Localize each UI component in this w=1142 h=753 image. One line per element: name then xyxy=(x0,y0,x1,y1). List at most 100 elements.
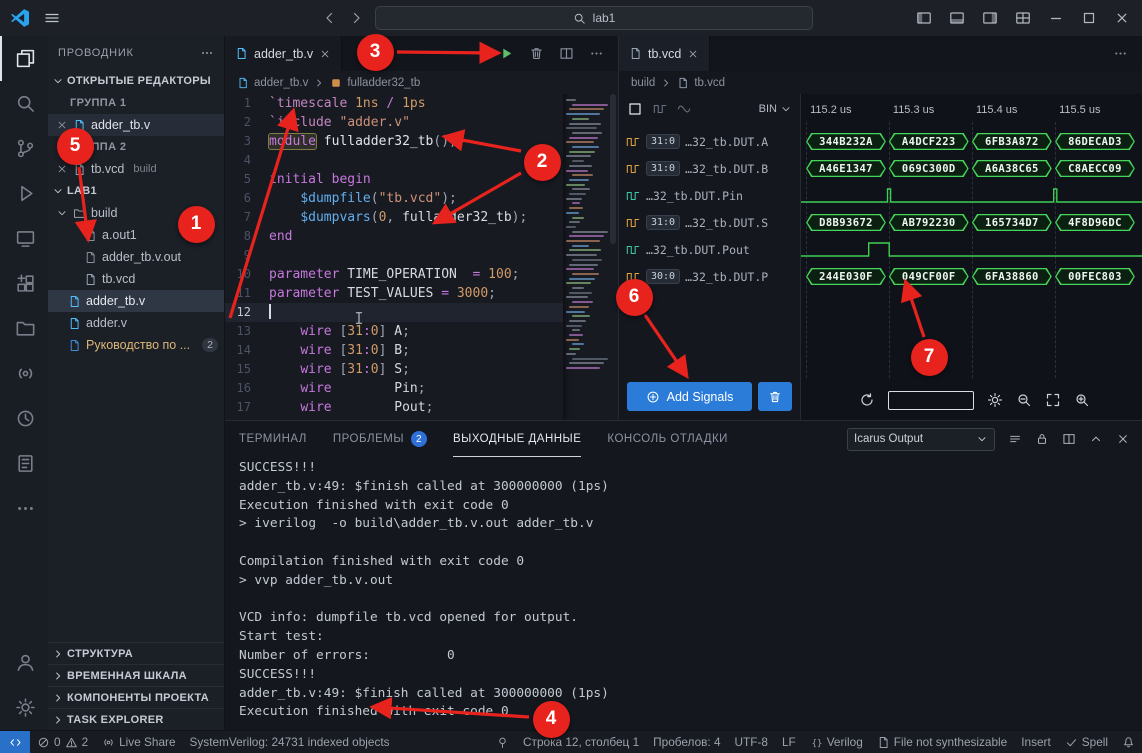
minimize-icon[interactable] xyxy=(1048,10,1064,26)
code-line-1[interactable]: 1`timescale 1ns / 1ps xyxy=(225,94,563,113)
lock-scroll-icon[interactable] xyxy=(1035,432,1049,446)
open-editor-item-tb-vcd[interactable]: tb.vcdbuild xyxy=(48,158,224,180)
panel-tab-2[interactable]: ПРОБЛЕМЫ2 xyxy=(333,421,427,457)
zoom-fit-icon[interactable] xyxy=(1045,392,1061,408)
language-status[interactable]: {} Verilog xyxy=(803,731,870,753)
waveform-panel[interactable]: 115.2 us115.3 us115.4 us115.5 us 344B232… xyxy=(801,94,1142,420)
command-search-box[interactable]: lab1 xyxy=(375,6,813,30)
breadcrumb[interactable]: adder_tb.v fulladder32_tb xyxy=(225,71,618,94)
code-line-6[interactable]: 6 $dumpfile("tb.vcd"); xyxy=(225,189,563,208)
format-select[interactable]: BIN xyxy=(759,103,792,115)
code-line-9[interactable]: 9 xyxy=(225,246,563,265)
signal-item-32-tb-dut-a[interactable]: 31:0…32_tb.DUT.A xyxy=(619,128,800,155)
activity-project-manager[interactable] xyxy=(0,306,48,351)
open-in-editor-icon[interactable] xyxy=(1062,432,1076,446)
close-icon[interactable] xyxy=(56,119,68,131)
tree-item-item[interactable]: Руководство по ...2 xyxy=(48,334,224,356)
minimap[interactable] xyxy=(563,94,608,420)
eol-status[interactable]: LF xyxy=(775,731,803,753)
output-channel-select[interactable]: Icarus Output xyxy=(847,428,995,451)
zoom-out-icon[interactable] xyxy=(1016,392,1032,408)
tree-item-adder-tb-v-out[interactable]: adder_tb.v.out xyxy=(48,246,224,268)
problems-status[interactable]: 0 2 xyxy=(30,731,95,753)
customize-layout-icon[interactable] xyxy=(1015,10,1031,26)
activity-extensions[interactable] xyxy=(0,261,48,306)
maximize-icon[interactable] xyxy=(1081,10,1097,26)
open-editor-item-adder-tb-v[interactable]: adder_tb.v xyxy=(48,114,224,136)
toggle-secondary-sidebar-icon[interactable] xyxy=(982,10,998,26)
activity-source-control[interactable] xyxy=(0,126,48,171)
code-line-8[interactable]: 8end xyxy=(225,227,563,246)
signal-item-32-tb-dut-b[interactable]: 31:0…32_tb.DUT.B xyxy=(619,155,800,182)
code-editor[interactable]: 1`timescale 1ns / 1ps2`include "adder.v"… xyxy=(225,94,563,420)
code-line-15[interactable]: 15 wire [31:0] S; xyxy=(225,360,563,379)
editor-scrollbar[interactable] xyxy=(608,94,618,420)
code-line-16[interactable]: 16 wire Pin; xyxy=(225,379,563,398)
tree-item-build[interactable]: build xyxy=(48,202,224,224)
code-line-10[interactable]: 10parameter TIME_OPERATION = 100; xyxy=(225,265,563,284)
tab-tb-vcd[interactable]: tb.vcd xyxy=(619,36,710,71)
activity-notebook[interactable] xyxy=(0,441,48,486)
sidebar-more-icon[interactable] xyxy=(200,46,214,60)
select-box-icon[interactable] xyxy=(627,101,643,117)
time-input[interactable] xyxy=(888,391,974,410)
close-tab-icon[interactable] xyxy=(319,48,331,60)
code-line-3[interactable]: 3module fulladder32_tb(); xyxy=(225,132,563,151)
activity-timeline[interactable] xyxy=(0,396,48,441)
indentation-status[interactable]: Пробелов: 4 xyxy=(646,731,727,753)
open-editors-header[interactable]: ОТКРЫТЫЕ РЕДАКТОРЫ xyxy=(48,70,224,92)
activity-explorer[interactable] xyxy=(0,36,48,81)
folder-root-header[interactable]: LAB1 xyxy=(48,180,224,202)
encoding-status[interactable]: UTF-8 xyxy=(728,731,775,753)
cursor-position[interactable]: Строка 12, столбец 1 xyxy=(516,731,646,753)
more-actions-icon[interactable] xyxy=(1113,46,1128,61)
signal-item-32-tb-dut-pin[interactable]: …32_tb.DUT.Pin xyxy=(619,182,800,209)
panel-tab-1[interactable]: ТЕРМИНАЛ xyxy=(239,421,307,457)
indexer-status[interactable]: SystemVerilog: 24731 indexed objects xyxy=(183,731,397,753)
code-line-7[interactable]: 7 $dumpvars(0, fulladder32_tb); xyxy=(225,208,563,227)
code-line-5[interactable]: 5initial begin xyxy=(225,170,563,189)
synthesizable-status[interactable]: File not synthesizable xyxy=(870,731,1014,753)
run-button[interactable] xyxy=(499,46,514,61)
code-line-13[interactable]: 13 wire [31:0] A; xyxy=(225,322,563,341)
output-filter-icon[interactable] xyxy=(1008,432,1022,446)
tab-adder-tb-v[interactable]: adder_tb.v xyxy=(225,36,342,71)
add-signals-button[interactable]: Add Signals xyxy=(627,382,752,411)
signal-item-32-tb-dut-s[interactable]: 31:0…32_tb.DUT.S xyxy=(619,209,800,236)
activity-account[interactable] xyxy=(0,640,48,685)
delete-signals-button[interactable] xyxy=(758,382,792,411)
notifications-status[interactable] xyxy=(1115,731,1142,753)
pulse-icon[interactable] xyxy=(653,102,667,116)
maximize-panel-icon[interactable] xyxy=(1089,432,1103,446)
activity-remote-explorer[interactable] xyxy=(0,216,48,261)
pin-status[interactable] xyxy=(489,731,516,753)
code-line-12[interactable]: 12 xyxy=(225,303,563,322)
activity-live-share[interactable] xyxy=(0,351,48,396)
sidebar-section-item[interactable]: ВРЕМЕННАЯ ШКАЛА xyxy=(48,664,224,686)
nav-forward-icon[interactable] xyxy=(348,10,364,26)
signal-item-32-tb-dut-p[interactable]: 30:0…32_tb.DUT.P xyxy=(619,263,800,290)
insert-mode-status[interactable]: Insert xyxy=(1014,731,1058,753)
sidebar-section-task-explorer[interactable]: TASK EXPLORER xyxy=(48,708,224,730)
sidebar-section-item[interactable]: КОМПОНЕНТЫ ПРОЕКТА xyxy=(48,686,224,708)
remote-indicator[interactable] xyxy=(0,731,30,753)
output-content[interactable]: SUCCESS!!!adder_tb.v:49: $finish called … xyxy=(225,457,1142,719)
tree-item-adder-tb-v[interactable]: adder_tb.v xyxy=(48,290,224,312)
close-panel-icon[interactable] xyxy=(1116,432,1130,446)
toggle-sidebar-icon[interactable] xyxy=(916,10,932,26)
code-line-4[interactable]: 4 xyxy=(225,151,563,170)
activity-more[interactable] xyxy=(0,486,48,531)
code-line-14[interactable]: 14 wire [31:0] B; xyxy=(225,341,563,360)
activity-search[interactable] xyxy=(0,81,48,126)
menu-icon[interactable] xyxy=(44,10,60,26)
panel-tab-3[interactable]: ВЫХОДНЫЕ ДАННЫЕ xyxy=(453,421,581,457)
close-tab-icon[interactable] xyxy=(687,48,699,60)
settings-icon[interactable] xyxy=(987,392,1003,408)
tree-item-tb-vcd[interactable]: tb.vcd xyxy=(48,268,224,290)
signal-item-32-tb-dut-pout[interactable]: …32_tb.DUT.Pout xyxy=(619,236,800,263)
toggle-panel-icon[interactable] xyxy=(949,10,965,26)
activity-run-debug[interactable] xyxy=(0,171,48,216)
code-line-2[interactable]: 2`include "adder.v" xyxy=(225,113,563,132)
activity-settings[interactable] xyxy=(0,685,48,730)
more-actions-icon[interactable] xyxy=(589,46,604,61)
